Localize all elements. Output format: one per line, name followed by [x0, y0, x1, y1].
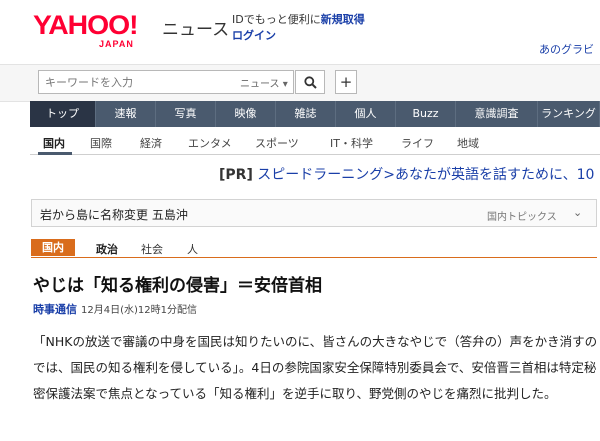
main-nav-item[interactable]: 意識調査	[456, 101, 538, 127]
main-nav-item[interactable]: Buzz	[396, 101, 456, 127]
pr-text[interactable]: スピードラーニング>あなたが英語を話すために、10	[257, 167, 594, 183]
id-promo-text: IDでもっと便利に	[232, 13, 321, 26]
sub-nav-item[interactable]: 経済	[140, 135, 162, 151]
header-ad-link[interactable]: あのグラビ	[539, 41, 594, 57]
sub-nav-item[interactable]: エンタメ	[188, 135, 232, 151]
sub-nav-item[interactable]: IT・科学	[330, 135, 373, 151]
main-nav-item[interactable]: 速報	[96, 101, 156, 127]
section-title[interactable]: ニュース	[162, 15, 229, 40]
sub-nav-item[interactable]: 国内	[43, 135, 65, 151]
logo-wordmark: YAHOO!	[33, 10, 139, 40]
search-scope-select[interactable]: ニュース ▾	[240, 75, 288, 90]
main-nav-item[interactable]: 写真	[156, 101, 216, 127]
article-source-link[interactable]: 時事通信	[33, 301, 77, 317]
sub-nav-item[interactable]: 地域	[457, 135, 479, 151]
category-tag[interactable]: 国内	[31, 239, 75, 256]
id-promo: IDでもっと便利に新規取得	[232, 13, 365, 27]
category-item[interactable]: 政治	[96, 241, 118, 257]
category-item[interactable]: 人	[187, 241, 198, 257]
article-body: 「NHKの放送で審議の中身を国民は知りたいのに、皆さんの大きなやじで（答弁の）声…	[33, 334, 598, 401]
main-nav-item[interactable]: トップ	[30, 101, 96, 127]
logo-japan: JAPAN	[99, 39, 134, 49]
category-item[interactable]: 社会	[141, 241, 163, 257]
sub-nav-item[interactable]: 国際	[90, 135, 112, 151]
main-nav-item[interactable]: 映像	[216, 101, 276, 127]
sub-nav-item[interactable]: ライフ	[401, 135, 434, 151]
pr-label: [PR]	[219, 167, 253, 183]
sub-nav: 国内 国際 経済 エンタメ スポーツ IT・科学 ライフ 地域	[30, 127, 600, 155]
pr-ad[interactable]: [PR] スピードラーニング>あなたが英語を話すために、10	[219, 164, 594, 184]
main-nav-item[interactable]: 雑誌	[276, 101, 336, 127]
search-scope-label: ニュース	[240, 79, 280, 90]
topics-label[interactable]: 国内トピックス	[487, 208, 557, 223]
category-divider	[31, 257, 597, 258]
sub-nav-item[interactable]: スポーツ	[255, 135, 299, 151]
article-date: 12月4日(水)12時1分配信	[81, 305, 197, 316]
plus-button[interactable]: +	[335, 70, 357, 94]
login-link[interactable]: ログイン	[232, 27, 276, 43]
topic-headline-link[interactable]: 岩から島に名称変更 五島沖	[40, 206, 188, 223]
triangle-down-icon: ▾	[282, 79, 288, 90]
main-nav: トップ 速報 写真 映像 雑誌 個人 Buzz 意識調査 ランキング	[30, 101, 600, 127]
main-nav-item[interactable]: 個人	[336, 101, 396, 127]
sub-nav-active-indicator	[38, 152, 72, 155]
chevron-down-icon[interactable]: ⌄	[573, 206, 582, 219]
yahoo-japan-logo[interactable]: YAHOO! JAPAN	[33, 12, 157, 50]
register-link[interactable]: 新規取得	[321, 13, 365, 26]
main-nav-item[interactable]: ランキング	[538, 101, 600, 127]
search-icon	[303, 75, 317, 89]
article-headline: やじは「知る権利の侵害」＝安倍首相	[33, 276, 322, 296]
search-button[interactable]	[295, 70, 325, 94]
